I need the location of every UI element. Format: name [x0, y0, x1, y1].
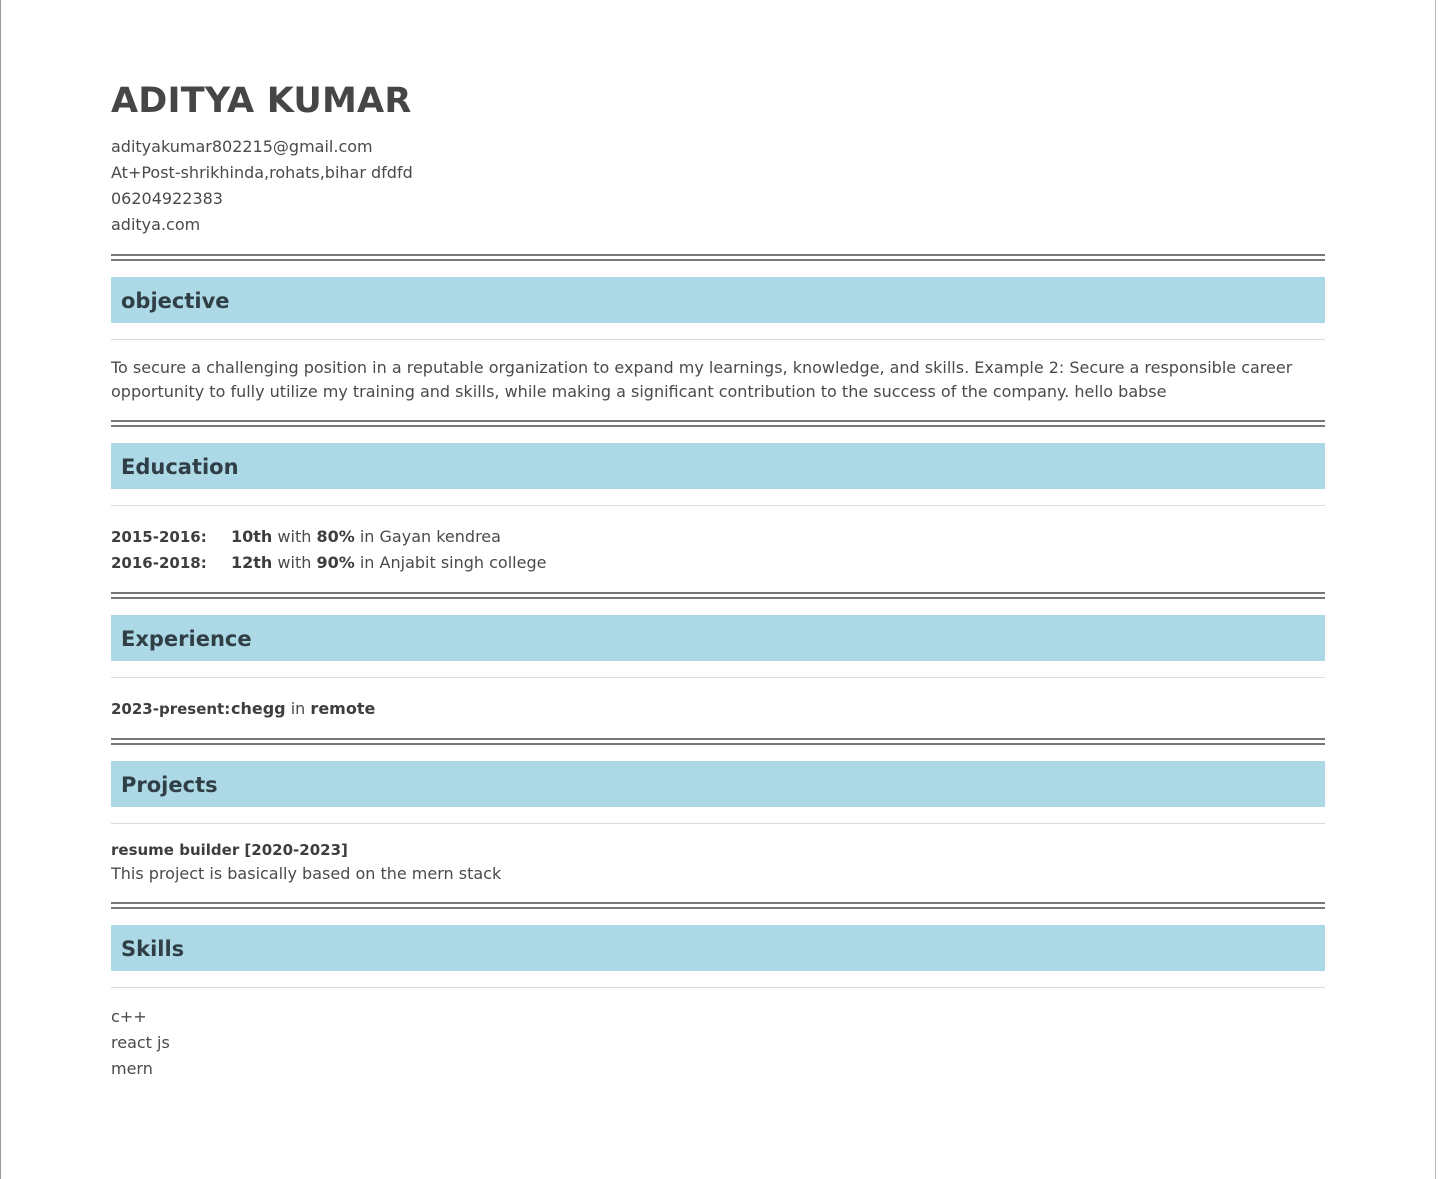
education-item: 2015-2016: 10th with 80% in Gayan kendre… — [111, 524, 1325, 550]
education-list: 2015-2016: 10th with 80% in Gayan kendre… — [111, 524, 1325, 576]
education-in: in — [359, 527, 375, 546]
section-divider — [111, 902, 1325, 909]
section-divider — [111, 592, 1325, 599]
thin-divider — [111, 823, 1325, 824]
education-with: with — [277, 527, 312, 546]
education-with: with — [277, 553, 312, 572]
contact-info: adityakumar802215@gmail.com At+Post-shri… — [111, 134, 1325, 238]
education-section-header: Education — [111, 443, 1325, 489]
section-divider — [111, 738, 1325, 745]
section-divider — [111, 420, 1325, 427]
candidate-name: ADITYA KUMAR — [111, 81, 412, 121]
experience-location: remote — [310, 699, 376, 718]
education-score: 80% — [316, 527, 355, 546]
experience-in: in — [290, 699, 306, 718]
projects-section-header: Projects — [111, 761, 1325, 807]
project-item: resume builder [2020-2023] This project … — [111, 838, 1325, 886]
page-border-right — [1435, 0, 1436, 1179]
contact-website: aditya.com — [111, 215, 201, 234]
page-border-left — [0, 0, 1, 1179]
education-score: 90% — [316, 553, 355, 572]
education-in: in — [359, 553, 375, 572]
contact-phone: 06204922383 — [111, 189, 223, 208]
education-date: 2016-2018: — [111, 554, 207, 572]
objective-text: To secure a challenging position in a re… — [111, 358, 1293, 401]
contact-email: adityakumar802215@gmail.com — [111, 137, 373, 156]
education-item: 2016-2018: 12th with 90% in Anjabit sing… — [111, 550, 1325, 576]
thin-divider — [111, 987, 1325, 988]
skills-section-header: Skills — [111, 925, 1325, 971]
education-date: 2015-2016: — [111, 528, 207, 546]
resume-document: ADITYA KUMAR adityakumar802215@gmail.com… — [111, 78, 1325, 1082]
skill-item: mern — [111, 1059, 153, 1078]
experience-detail: chegg in remote — [231, 696, 375, 722]
education-level: 12th — [231, 553, 273, 572]
skill-item: react js — [111, 1033, 170, 1052]
experience-section-header: Experience — [111, 615, 1325, 661]
experience-company: chegg — [231, 699, 286, 718]
thin-divider — [111, 677, 1325, 678]
education-detail: 10th with 80% in Gayan kendrea — [231, 524, 501, 550]
thin-divider — [111, 505, 1325, 506]
experience-list: 2023-present: chegg in remote — [111, 696, 1325, 722]
contact-address: At+Post-shrikhinda,rohats,bihar dfdfd — [111, 163, 413, 182]
education-school: Anjabit singh college — [379, 553, 547, 572]
section-divider — [111, 254, 1325, 261]
objective-section-header: objective — [111, 277, 1325, 323]
project-description: This project is basically based on the m… — [111, 864, 502, 883]
experience-date: 2023-present: — [111, 700, 231, 718]
skills-list: c++ react js mern — [111, 1004, 1325, 1082]
experience-item: 2023-present: chegg in remote — [111, 696, 1325, 722]
education-detail: 12th with 90% in Anjabit singh college — [231, 550, 546, 576]
skill-item: c++ — [111, 1007, 147, 1026]
thin-divider — [111, 339, 1325, 340]
education-school: Gayan kendrea — [379, 527, 501, 546]
education-level: 10th — [231, 527, 273, 546]
project-title: resume builder [2020-2023] — [111, 841, 348, 859]
